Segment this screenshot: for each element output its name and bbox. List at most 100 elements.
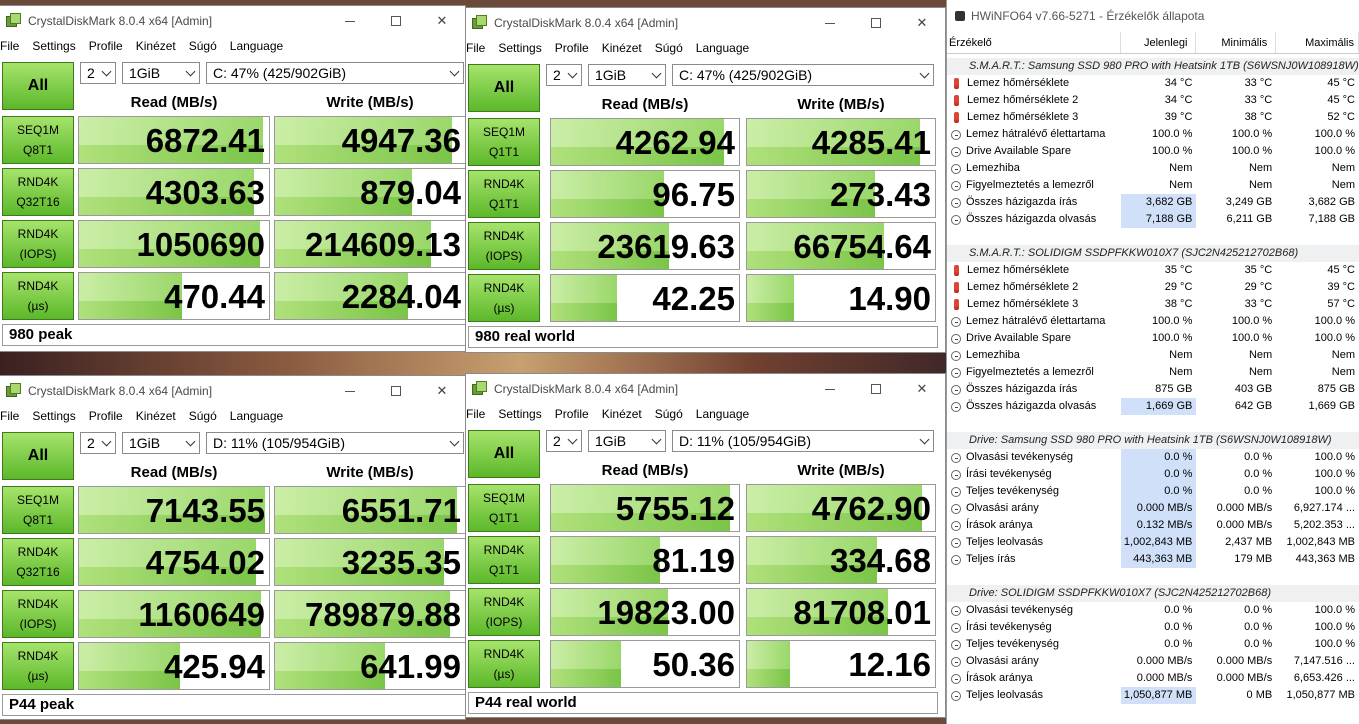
test-count-select[interactable]: 2 [546,64,582,86]
maximize-button[interactable] [853,374,899,404]
sensor-row[interactable]: Teljes leolvasás 1,050,877 MB 0 MB 1,050… [947,687,1359,704]
test-button-1[interactable]: RND4K Q32T16 [2,538,74,586]
menu-item-4[interactable]: Súgó [648,407,689,421]
test-button-0[interactable]: SEQ1M Q8T1 [2,116,74,164]
sensor-row[interactable]: Lemez hőmérséklete 3 38 °C 33 °C 57 °C [947,296,1359,313]
maximize-button[interactable] [373,376,419,406]
menu-item-1[interactable]: Settings [25,39,81,53]
hwinfo-window[interactable]: HWiNFO64 v7.66-5271 - Érzékelők állapota… [946,0,1359,724]
test-button-1[interactable]: RND4K Q32T16 [2,168,74,216]
menu-item-2[interactable]: Profile [548,41,595,55]
test-button-2[interactable]: RND4K (IOPS) [468,222,540,270]
sensor-row[interactable]: Olvasási arány 0.000 MB/s 0.000 MB/s 6,9… [947,500,1359,517]
menu-item-3[interactable]: Kinézet [129,409,182,423]
sensor-row[interactable]: Írások aránya 0.132 MB/s 0.000 MB/s 5,20… [947,517,1359,534]
sensor-row[interactable]: Lemez hátralévő élettartama 100.0 % 100.… [947,313,1359,330]
test-size-select[interactable]: 1GiB [588,430,666,452]
close-button[interactable]: ✕ [899,374,945,404]
test-button-2[interactable]: RND4K (IOPS) [2,590,74,638]
sensor-row[interactable]: Figyelmeztetés a lemezről Nem Nem Nem [947,364,1359,381]
test-size-select[interactable]: 1GiB [588,64,666,86]
sensor-row[interactable]: Teljes tevékenység 0.0 % 0.0 % 100.0 % [947,636,1359,653]
comment-input[interactable]: 980 peak [2,324,465,346]
test-button-3[interactable]: RND4K (µs) [468,640,540,688]
sensor-row[interactable]: Lemez hőmérséklete 2 29 °C 29 °C 39 °C [947,279,1359,296]
test-size-select[interactable]: 1GiB [122,62,200,84]
minimize-button[interactable] [807,374,853,404]
menu-item-2[interactable]: Profile [82,39,129,53]
drive-select[interactable]: C: 47% (425/902GiB) [672,64,934,86]
sensor-group-header[interactable]: S.M.A.R.T.: Samsung SSD 980 PRO with Hea… [947,58,1359,75]
test-count-select[interactable]: 2 [80,432,116,454]
test-button-3[interactable]: RND4K (µs) [468,274,540,322]
hwinfo-titlebar[interactable]: HWiNFO64 v7.66-5271 - Érzékelők állapota [947,0,1359,32]
sensor-row[interactable]: Írási tevékenység 0.0 % 0.0 % 100.0 % [947,619,1359,636]
all-button[interactable]: All [2,432,74,480]
maximize-button[interactable] [373,6,419,36]
sensor-row[interactable]: Lemezhiba Nem Nem Nem [947,160,1359,177]
sensor-row[interactable]: Olvasási arány 0.000 MB/s 0.000 MB/s 7,1… [947,653,1359,670]
menu-item-5[interactable]: Language [689,41,755,55]
drive-select[interactable]: C: 47% (425/902GiB) [206,62,464,84]
menu-item-0[interactable]: File [0,409,25,423]
menu-item-3[interactable]: Kinézet [595,41,648,55]
minimize-button[interactable] [327,6,373,36]
sensor-row[interactable]: Összes házigazda írás 3,682 GB 3,249 GB … [947,194,1359,211]
sensor-row[interactable]: Írási tevékenység 0.0 % 0.0 % 100.0 % [947,466,1359,483]
test-size-select[interactable]: 1GiB [122,432,200,454]
menu-item-0[interactable]: File [466,407,491,421]
sensor-row[interactable]: Teljes írás 443,363 MB 179 MB 443,363 MB [947,551,1359,568]
menu-item-5[interactable]: Language [223,409,289,423]
drive-select[interactable]: D: 11% (105/954GiB) [206,432,464,454]
test-button-2[interactable]: RND4K (IOPS) [2,220,74,268]
close-button[interactable]: ✕ [419,376,465,406]
sensor-row[interactable]: Összes házigazda olvasás 7,188 GB 6,211 … [947,211,1359,228]
test-button-0[interactable]: SEQ1M Q8T1 [2,486,74,534]
sensor-row[interactable]: Olvasási tevékenység 0.0 % 0.0 % 100.0 % [947,602,1359,619]
menu-item-4[interactable]: Súgó [648,41,689,55]
sensor-row[interactable]: Összes házigazda olvasás 1,669 GB 642 GB… [947,398,1359,415]
sensor-row[interactable]: Összes házigazda írás 875 GB 403 GB 875 … [947,381,1359,398]
comment-input[interactable]: P44 real world [468,692,938,714]
comment-input[interactable]: 980 real world [468,326,938,348]
minimize-button[interactable] [807,8,853,38]
cdm-window-p44-peak[interactable]: CrystalDiskMark 8.0.4 x64 [Admin] ✕ File… [0,375,466,720]
sensor-row[interactable]: Lemez hőmérséklete 35 °C 35 °C 45 °C [947,262,1359,279]
test-button-1[interactable]: RND4K Q1T1 [468,536,540,584]
menu-item-1[interactable]: Settings [491,407,547,421]
cdm-titlebar[interactable]: CrystalDiskMark 8.0.4 x64 [Admin] ✕ [466,8,945,38]
test-count-select[interactable]: 2 [546,430,582,452]
cdm-window-980-peak[interactable]: CrystalDiskMark 8.0.4 x64 [Admin] ✕ File… [0,5,466,352]
cdm-window-980-real-world[interactable]: CrystalDiskMark 8.0.4 x64 [Admin] ✕ File… [465,7,946,353]
menu-item-3[interactable]: Kinézet [595,407,648,421]
close-button[interactable]: ✕ [899,8,945,38]
cdm-titlebar[interactable]: CrystalDiskMark 8.0.4 x64 [Admin] ✕ [0,376,465,406]
hwinfo-sensor-list[interactable]: S.M.A.R.T.: Samsung SSD 980 PRO with Hea… [947,54,1359,704]
sensor-row[interactable]: Lemezhiba Nem Nem Nem [947,347,1359,364]
cdm-titlebar[interactable]: CrystalDiskMark 8.0.4 x64 [Admin] ✕ [466,374,945,404]
column-current[interactable]: Jelenlegi [1121,32,1197,53]
all-button[interactable]: All [468,64,540,112]
sensor-group-header[interactable]: Drive: Samsung SSD 980 PRO with Heatsink… [947,432,1359,449]
sensor-row[interactable]: Lemez hőmérséklete 34 °C 33 °C 45 °C [947,75,1359,92]
cdm-window-p44-real-world[interactable]: CrystalDiskMark 8.0.4 x64 [Admin] ✕ File… [465,373,946,718]
comment-input[interactable]: P44 peak [2,694,465,716]
menu-item-0[interactable]: File [0,39,25,53]
sensor-group-header[interactable]: Drive: SOLIDIGM SSDPFKKW010X7 (SJC2N4252… [947,585,1359,602]
test-button-3[interactable]: RND4K (µs) [2,272,74,320]
minimize-button[interactable] [327,376,373,406]
sensor-row[interactable]: Lemez hőmérséklete 2 34 °C 33 °C 45 °C [947,92,1359,109]
test-button-0[interactable]: SEQ1M Q1T1 [468,484,540,532]
all-button[interactable]: All [468,430,540,478]
column-maximum[interactable]: Maximális [1276,32,1359,53]
sensor-row[interactable]: Írások aránya 0.000 MB/s 0.000 MB/s 6,65… [947,670,1359,687]
sensor-row[interactable]: Lemez hőmérséklete 3 39 °C 38 °C 52 °C [947,109,1359,126]
sensor-row[interactable]: Lemez hátralévő élettartama 100.0 % 100.… [947,126,1359,143]
sensor-row[interactable]: Teljes tevékenység 0.0 % 0.0 % 100.0 % [947,483,1359,500]
test-button-2[interactable]: RND4K (IOPS) [468,588,540,636]
menu-item-5[interactable]: Language [223,39,289,53]
column-sensor[interactable]: Érzékelő [947,32,1121,53]
menu-item-3[interactable]: Kinézet [129,39,182,53]
cdm-titlebar[interactable]: CrystalDiskMark 8.0.4 x64 [Admin] ✕ [0,6,465,36]
maximize-button[interactable] [853,8,899,38]
